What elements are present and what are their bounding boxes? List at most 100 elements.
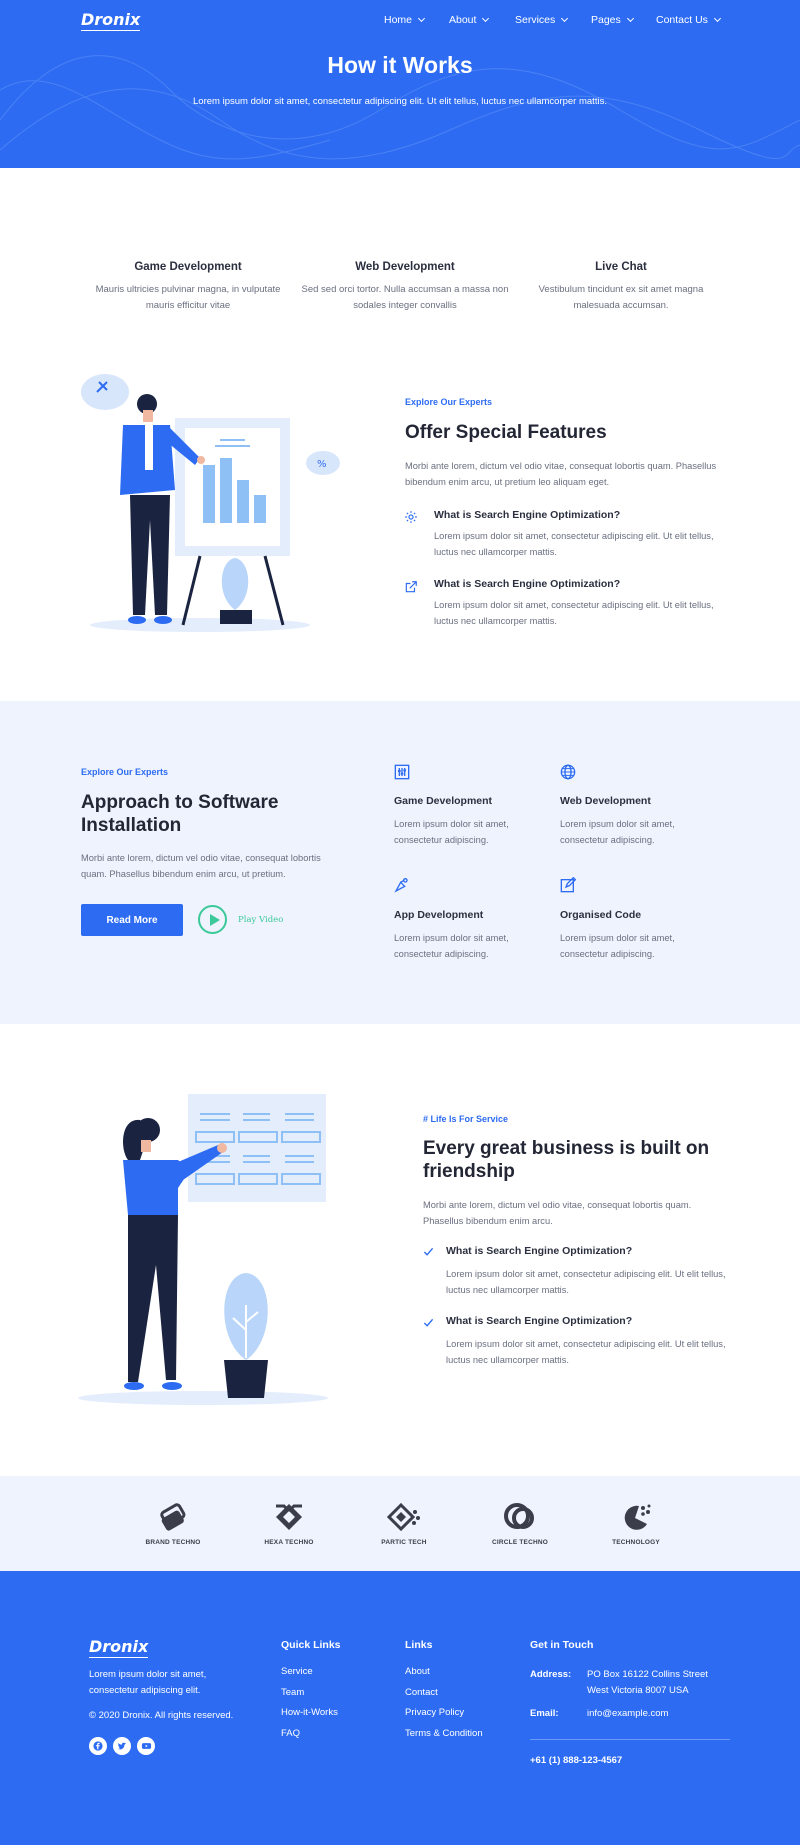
brand-logo[interactable]: BRAND TECHNO [128,1502,218,1546]
footer-link-team[interactable]: Team [281,1687,304,1698]
nav-pages[interactable]: Pages [591,14,634,26]
address-line-2: West Victoria 8007 USA [587,1685,689,1696]
service-title: Organised Code [560,909,642,921]
chevron-down-icon [561,14,569,23]
twitter-icon[interactable] [113,1737,131,1755]
offer-text: Morbi ante lorem, dictum vel odio vitae,… [405,461,717,487]
chevron-down-icon [482,14,490,23]
service-text: Lorem ipsum dolor sit amet, consectetur … [560,933,675,959]
footer-link-terms[interactable]: Terms & Condition [405,1728,483,1739]
friendship-item-title: What is Search Engine Optimization? [446,1245,633,1257]
email-label: Email: [530,1708,559,1719]
footer-link-how-it-works[interactable]: How-it-Works [281,1707,338,1718]
nav-services[interactable]: Services [515,14,569,26]
friendship-item-text: Lorem ipsum dolor sit amet, consectetur … [446,1269,726,1295]
offer-item-text: Lorem ipsum dolor sit amet, consectetur … [434,531,714,557]
trio-text-web: Sed sed orci tortor. Nulla accumsan a ma… [301,284,509,311]
nav-home-label: Home [384,14,413,26]
hexa-techno-logo-icon [276,1504,302,1530]
friendship-item-text: Lorem ipsum dolor sit amet, consectetur … [446,1339,726,1365]
approach-text: Morbi ante lorem, dictum vel odio vitae,… [81,853,321,879]
brand-label: TECHNOLOGY [612,1539,660,1546]
footer-about: Lorem ipsum dolor sit amet, consectetur … [89,1669,207,1696]
approach-eyebrow: Explore Our Experts [81,767,169,777]
header-logo[interactable]: Dronix [81,10,141,31]
chevron-down-icon [417,14,426,23]
friendship-eyebrow: # Life Is For Service [423,1114,509,1124]
partic-tech-logo-icon [386,1502,420,1532]
nav-about-label: About [449,14,477,26]
offer-eyebrow: Explore Our Experts [405,397,493,407]
service-title: App Development [394,909,484,921]
twitter-glyph-icon [117,1742,127,1750]
trio-text-game: Mauris ultricies pulvinar magna, in vulp… [95,284,281,311]
brand-logo[interactable]: PARTIC TECH [359,1502,449,1546]
brand-label: PARTIC TECH [381,1539,427,1546]
footer-logo[interactable]: Dronix [89,1637,149,1658]
footer-link-faq[interactable]: FAQ [281,1728,300,1739]
technology-logo-icon [624,1504,651,1530]
nav-pages-label: Pages [591,14,621,26]
check-icon [423,1247,434,1256]
brand-label: HEXA TECHNO [264,1539,314,1546]
youtube-glyph-icon [141,1743,151,1749]
footer-copyright: © 2020 Dronix. All rights reserved. [89,1710,234,1721]
play-video-link[interactable]: Play Video [238,915,283,925]
trio-title-game: Game Development [134,261,242,273]
service-title: Web Development [560,795,651,807]
nav-contact-label: Contact Us [656,14,708,26]
approach-title: Approach to Software Installation [81,792,279,836]
service-title: Game Development [394,795,493,807]
hero-section: Dronix Home About Services Pages Contact… [0,0,800,168]
facebook-icon[interactable] [89,1737,107,1755]
footer-link-about[interactable]: About [405,1666,430,1677]
trio-title-chat: Live Chat [595,261,647,273]
address-line-1: PO Box 16122 Collins Street [587,1669,708,1680]
external-link-icon [405,581,417,593]
circle-techno-logo-icon [504,1503,534,1529]
offer-item-title: What is Search Engine Optimization? [434,578,621,590]
nav-services-label: Services [515,14,556,26]
links-heading: Links [405,1639,433,1651]
nav-about[interactable]: About [449,14,490,26]
chevron-down-icon [713,14,721,23]
youtube-icon[interactable] [137,1737,155,1755]
brand-techno-logo-icon [160,1503,186,1531]
service-text: Lorem ipsum dolor sit amet, consectetur … [394,819,509,845]
quick-links-heading: Quick Links [281,1639,341,1651]
email-link[interactable]: info@example.com [587,1706,668,1722]
svg-text:%: % [317,459,327,470]
edit-icon [560,877,576,893]
contact-heading: Get in Touch [530,1639,594,1651]
offer-title: Offer Special Features [405,422,607,443]
address-label: Address: [530,1669,572,1680]
friendship-title: Every great business is built on friends… [423,1138,710,1182]
brand-logo[interactable]: CIRCLE TECHNO [475,1502,565,1546]
presenter-illustration: % [81,374,340,632]
offer-item-text: Lorem ipsum dolor sit amet, consectetur … [434,600,714,626]
woman-board-illustration [78,1094,328,1405]
brand-label: CIRCLE TECHNO [491,1539,549,1546]
page-title: How it Works [327,52,473,78]
footer-link-service[interactable]: Service [281,1666,313,1677]
nav-home[interactable]: Home [384,14,426,26]
brand-logo[interactable]: TECHNOLOGY [591,1502,681,1546]
offer-item-title: What is Search Engine Optimization? [434,509,621,521]
check-icon [423,1318,434,1327]
sliders-icon [394,764,410,780]
contact-divider [530,1739,730,1740]
phone-number[interactable]: +61 (1) 888-123-4567 [530,1753,622,1769]
brand-logo[interactable]: HEXA TECHNO [244,1502,334,1546]
trio-text-chat: Vestibulum tincidunt ex sit amet magna m… [538,284,704,311]
service-text: Lorem ipsum dolor sit amet, consectetur … [560,819,675,845]
read-more-button[interactable]: Read More [81,904,183,936]
play-icon[interactable] [198,905,227,934]
friendship-text: Morbi ante lorem, dictum vel odio vitae,… [423,1200,692,1226]
chevron-down-icon [626,14,634,23]
footer-link-privacy[interactable]: Privacy Policy [405,1707,464,1718]
footer-link-contact[interactable]: Contact [405,1687,438,1698]
vector-pen-icon [394,878,408,893]
nav-contact[interactable]: Contact Us [656,14,721,26]
globe-icon [560,764,576,780]
facebook-glyph-icon [93,1741,103,1751]
